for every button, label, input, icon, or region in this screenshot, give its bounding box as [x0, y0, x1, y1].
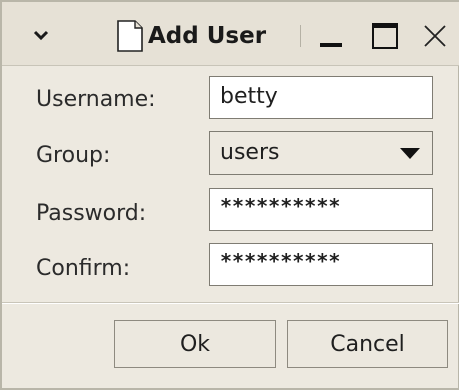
title-bar: Add User: [2, 2, 459, 66]
confirm-label: Confirm:: [36, 256, 131, 281]
chevron-down-icon: [33, 30, 49, 41]
minimize-button[interactable]: [314, 20, 348, 52]
ok-button[interactable]: Ok: [114, 320, 276, 368]
username-label: Username:: [36, 87, 156, 112]
document-icon: [117, 20, 143, 52]
minimize-icon: [320, 43, 342, 47]
cancel-button[interactable]: Cancel: [287, 320, 448, 368]
maximize-icon: [372, 23, 398, 49]
group-label: Group:: [36, 143, 111, 168]
group-select-value: users: [220, 140, 280, 165]
maximize-button[interactable]: [368, 20, 402, 52]
password-label: Password:: [36, 201, 147, 226]
window-title: Add User: [148, 23, 267, 49]
close-button[interactable]: [418, 20, 452, 52]
divider-highlight: [2, 303, 459, 304]
title-separator: [300, 25, 301, 47]
confirm-password-field[interactable]: **********: [209, 243, 433, 286]
window-menu-button[interactable]: [26, 24, 56, 46]
add-user-dialog: Add User Username: betty Group: users Pa…: [0, 0, 459, 390]
close-icon: [424, 25, 446, 47]
group-select[interactable]: users: [209, 131, 433, 175]
dropdown-arrow-icon: [400, 148, 420, 159]
password-field[interactable]: **********: [209, 188, 433, 231]
username-field[interactable]: betty: [209, 76, 433, 119]
